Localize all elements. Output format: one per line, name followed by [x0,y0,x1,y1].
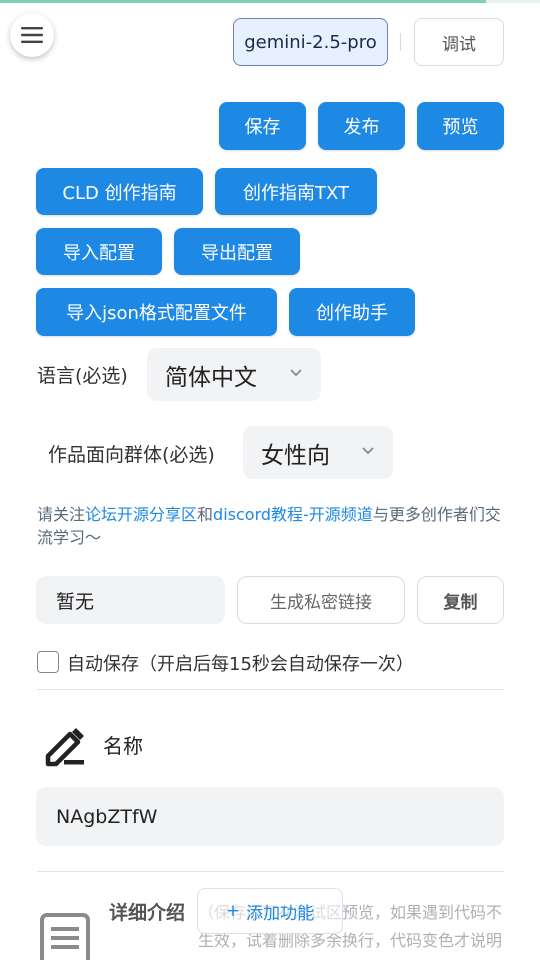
cld-guide-button[interactable]: CLD 创作指南 [36,168,203,215]
export-config-button[interactable]: 导出配置 [174,228,300,275]
document-icon [40,913,90,960]
detail-title: 详细介绍 [109,902,186,924]
debug-button[interactable]: 调试 [414,18,504,66]
generate-private-link-button[interactable]: 生成私密链接 [237,576,405,624]
section-divider [37,689,504,690]
top-progress-bar [0,0,540,3]
chevron-down-icon [290,368,302,376]
chevron-down-icon [362,446,374,454]
discord-link[interactable]: discord教程-开源频道 [213,505,373,524]
copy-button[interactable]: 复制 [417,576,504,624]
menu-button[interactable] [10,13,54,57]
plus-icon: + [225,901,241,921]
private-link-field[interactable]: 暂无 [36,576,225,624]
import-json-button[interactable]: 导入json格式配置文件 [36,288,277,336]
hamburger-icon [21,27,43,43]
assistant-button[interactable]: 创作助手 [289,288,415,336]
language-select[interactable]: 简体中文 [147,348,321,401]
import-config-button[interactable]: 导入配置 [36,228,162,275]
section-divider [37,871,504,872]
guide-txt-button[interactable]: 创作指南TXT [215,168,377,215]
preview-button[interactable]: 预览 [417,102,504,150]
pen-icon [45,728,84,767]
notice-mid: 和 [197,505,214,524]
add-feature-label: 添加功能 [246,903,315,924]
publish-button[interactable]: 发布 [318,102,405,150]
notice-prefix: 请关注 [37,505,86,524]
audience-label: 作品面向群体(必选) [48,444,215,466]
name-input[interactable]: NAgbZTfW [36,787,504,846]
audience-value: 女性向 [261,442,330,469]
autosave-checkbox[interactable] [37,651,59,673]
audience-select[interactable]: 女性向 [243,426,393,479]
autosave-label: 自动保存（开启后每15秒会自动保存一次） [67,654,414,675]
header-divider [400,33,401,51]
progress-fill [0,0,486,3]
forum-link[interactable]: 论坛开源分享区 [85,505,197,524]
language-label: 语言(必选) [37,365,128,387]
language-value: 简体中文 [165,364,257,391]
add-feature-button[interactable]: + 添加功能 [197,888,343,934]
model-selector[interactable]: gemini-2.5-pro [233,18,388,66]
save-button[interactable]: 保存 [219,102,306,150]
name-title: 名称 [103,734,143,758]
community-notice: 请关注论坛开源分享区和discord教程-开源频道与更多创作者们交流学习～ [37,503,507,549]
